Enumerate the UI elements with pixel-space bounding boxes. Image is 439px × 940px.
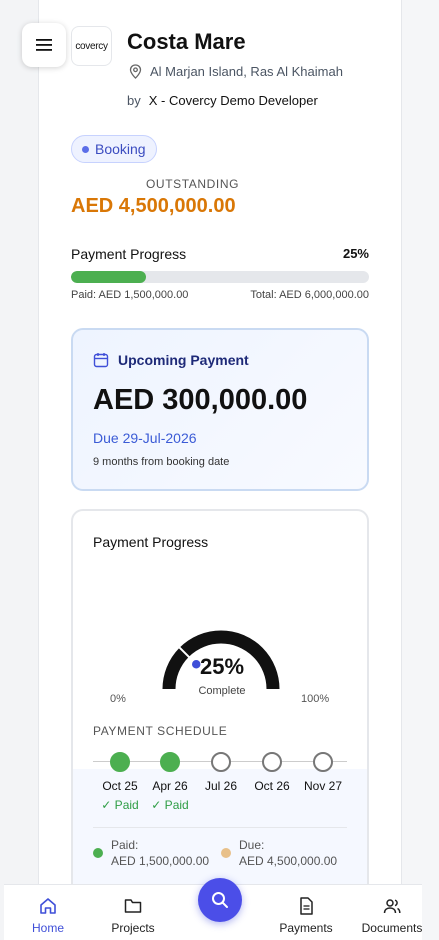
schedule-node-pending-marker [313, 752, 333, 772]
progress-bar-fill [71, 271, 146, 283]
upcoming-payment-note: 9 months from booking date [93, 456, 230, 468]
schedule-node: Apr 26 ✓ Paid [145, 752, 195, 812]
side-gutter [402, 0, 439, 940]
nav-home-label: Home [31, 921, 64, 935]
folder-icon [124, 899, 142, 913]
calendar-icon [93, 353, 109, 368]
legend-due-label: Due: [239, 838, 265, 852]
total-amount-label: Total: AED 6,000,000.00 [250, 289, 369, 301]
schedule-node-date: Oct 26 [254, 779, 290, 793]
schedule-node-date: Nov 27 [303, 779, 343, 793]
due-legend-dot [221, 848, 231, 858]
gauge-min-label: 0% [110, 693, 126, 705]
search-button[interactable] [198, 878, 242, 922]
progress-bar [71, 271, 369, 283]
location-pin-icon [129, 64, 142, 79]
gauge-percent: 25% [199, 654, 245, 679]
paid-legend-dot [93, 848, 103, 858]
schedule-node-status: ✓ Paid [151, 798, 189, 812]
schedule-node-paid-marker [160, 752, 180, 772]
search-icon [212, 892, 228, 908]
schedule-node: Nov 27 [298, 752, 348, 793]
status-dot-icon [82, 145, 89, 153]
location-text: Al Marjan Island, Ras Al Khaimah [150, 64, 343, 79]
project-location: Al Marjan Island, Ras Al Khaimah [129, 64, 343, 79]
schedule-node: Oct 25 ✓ Paid [95, 752, 145, 812]
home-icon [40, 898, 56, 914]
outstanding-value: AED 4,500,000.00 [71, 195, 236, 217]
by-label: by [127, 93, 141, 108]
schedule-node-status: ✓ Paid [101, 798, 139, 812]
schedule-node: Oct 26 [247, 752, 297, 793]
legend-paid: Paid: AED 1,500,000.00 [93, 837, 209, 869]
legend-due-value: AED 4,500,000.00 [239, 854, 338, 868]
status-badge: Booking [71, 135, 157, 163]
schedule-node: Jul 26 [196, 752, 246, 793]
upcoming-payment-title: Upcoming Payment [118, 352, 249, 368]
menu-button[interactable] [22, 23, 66, 67]
developer-logo: covercy [71, 26, 112, 66]
gauge-max-label: 100% [301, 693, 330, 705]
nav-projects-label: Projects [111, 921, 155, 935]
schedule-node-pending-marker [262, 752, 282, 772]
progress-percent: 25% [342, 246, 369, 261]
progress-label: Payment Progress [71, 246, 187, 262]
developer-name: X - Covercy Demo Developer [148, 93, 318, 108]
chart-card-title: Payment Progress [93, 534, 209, 550]
schedule-node-paid-marker [110, 752, 130, 772]
users-icon [383, 899, 401, 914]
nav-projects[interactable]: Projects [98, 895, 168, 935]
developer-line: by X - Covercy Demo Developer [127, 93, 318, 108]
project-title: Costa Mare [127, 29, 246, 54]
status-badge-label: Booking [95, 141, 146, 157]
nav-documents-label: Documents [361, 921, 423, 935]
schedule-node-date: Apr 26 [152, 779, 188, 793]
legend-paid-value: AED 1,500,000.00 [111, 854, 210, 868]
schedule-label: PAYMENT SCHEDULE [93, 724, 228, 738]
paid-amount-label: Paid: AED 1,500,000.00 [71, 289, 189, 301]
schedule-node-date: Jul 26 [204, 779, 238, 793]
upcoming-payment-due: Due 29-Jul-2026 [93, 430, 197, 446]
outstanding-label: OUTSTANDING [146, 177, 240, 191]
nav-payments-label: Payments [279, 921, 333, 935]
nav-documents[interactable]: Documents [357, 895, 427, 935]
upcoming-payment-amount: AED 300,000.00 [93, 384, 308, 416]
upcoming-payment-card[interactable]: Upcoming Payment AED 300,000.00 Due 29-J… [71, 328, 369, 491]
nav-home[interactable]: Home [13, 895, 83, 935]
nav-payments[interactable]: Payments [271, 895, 341, 935]
schedule-node-pending-marker [211, 752, 231, 772]
upcoming-payment-header: Upcoming Payment [93, 352, 249, 368]
schedule-node-date: Oct 25 [102, 779, 138, 793]
legend-divider [93, 827, 347, 828]
payment-progress-card: Payment Progress 25% Complete 0% 100% PA… [71, 509, 369, 899]
hamburger-icon [36, 39, 52, 51]
document-text-icon [300, 897, 313, 915]
legend-due: Due: AED 4,500,000.00 [221, 837, 337, 869]
legend-paid-label: Paid: [111, 838, 139, 852]
